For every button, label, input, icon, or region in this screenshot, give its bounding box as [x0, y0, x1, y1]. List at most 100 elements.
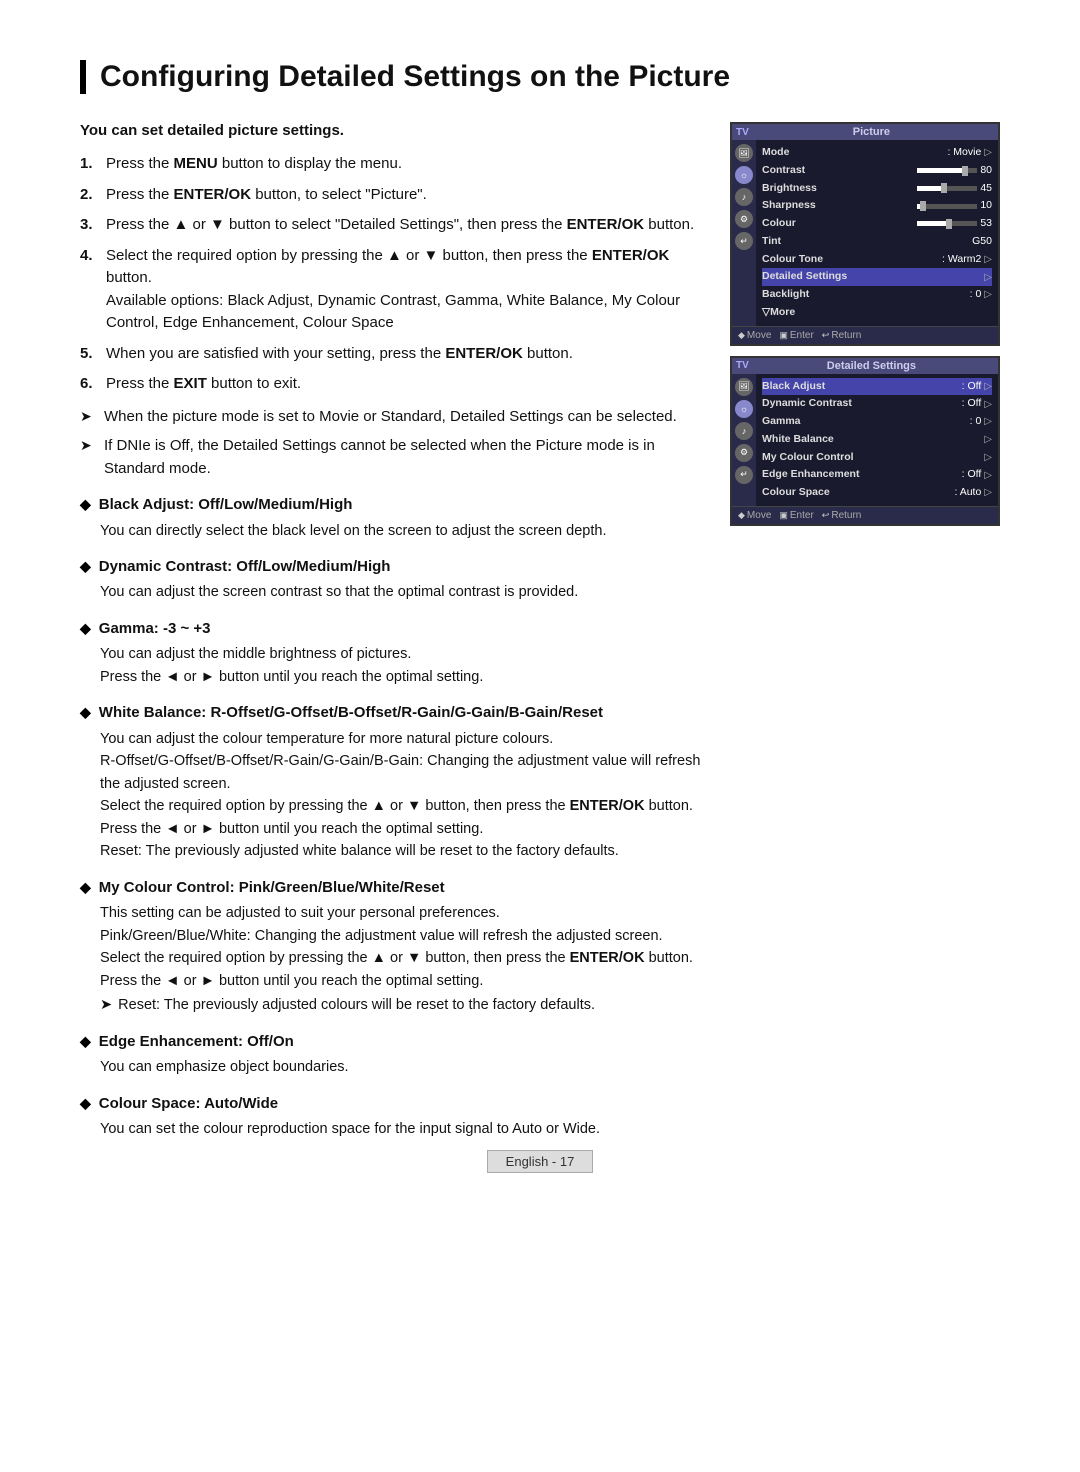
tv-row-colour-tone: Colour Tone : Warm2 ▷	[762, 251, 992, 269]
bullet-body-edge: You can emphasize object boundaries.	[100, 1056, 706, 1078]
enter-icon-2: ▣	[779, 510, 788, 521]
tv-title-2: Detailed Settings	[749, 360, 994, 372]
page-wrapper: Configuring Detailed Settings on the Pic…	[0, 0, 1080, 1203]
bold-enter-ok-4: ENTER/OK	[592, 247, 670, 264]
tv-screen-1: TV Picture 🖼 ☼ ♪ ⚙ ↵ Mode : Movie ▷	[730, 122, 1000, 346]
tv-rows-1: Mode : Movie ▷ Contrast 80 Brightness	[756, 140, 998, 326]
bullet-label-white-balance: White Balance: R-Offset/G-Offset/B-Offse…	[99, 702, 603, 725]
tv-icon-ds-4: ⚙	[735, 444, 753, 462]
tv-row-more: ▽More	[762, 304, 992, 322]
tv-row-black-adjust: Black Adjust : Off ▷	[762, 378, 992, 396]
bold-exit: EXIT	[174, 375, 207, 392]
bullet-edge-enhancement: ◆ Edge Enhancement: Off/On You can empha…	[80, 1031, 706, 1079]
step-num-3: 3.	[80, 214, 98, 237]
diamond-icon-4: ◆	[80, 702, 91, 725]
tv-footer2-enter-label: Enter	[790, 510, 814, 521]
tv-label-tv1: TV	[736, 127, 749, 138]
page-title: Configuring Detailed Settings on the Pic…	[100, 60, 1000, 94]
step-num-1: 1.	[80, 153, 98, 176]
tv-row-tint: Tint G50	[762, 233, 992, 251]
footer-badge: English - 17	[487, 1150, 594, 1173]
diamond-icon-5: ◆	[80, 877, 91, 900]
bold-menu: MENU	[174, 155, 218, 172]
left-column: You can set detailed picture settings. 1…	[80, 122, 706, 1143]
tv-icon-ds-2: ☼	[735, 400, 753, 418]
bullet-my-colour: ◆ My Colour Control: Pink/Green/Blue/Whi…	[80, 877, 706, 1017]
right-column: TV Picture 🖼 ☼ ♪ ⚙ ↵ Mode : Movie ▷	[730, 122, 1000, 526]
step-6: 6. Press the EXIT button to exit.	[80, 373, 706, 396]
step-2: 2. Press the ENTER/OK button, to select …	[80, 184, 706, 207]
arrow-note-2: ➤ If DNIe is Off, the Detailed Settings …	[80, 435, 706, 480]
arrow-text-1: When the picture mode is set to Movie or…	[104, 406, 677, 429]
bullet-header-dynamic-contrast: ◆ Dynamic Contrast: Off/Low/Medium/High	[80, 556, 706, 579]
tv-footer-1: ◆ Move ▣ Enter ↩ Return	[732, 326, 998, 344]
step-list: 1. Press the MENU button to display the …	[80, 153, 706, 396]
tv-row-detailed-settings: Detailed Settings ▷	[762, 268, 992, 286]
diamond-icon-7: ◆	[80, 1093, 91, 1116]
diamond-icon-3: ◆	[80, 618, 91, 641]
bullet-header-black-adjust: ◆ Black Adjust: Off/Low/Medium/High	[80, 494, 706, 517]
bullet-label-gamma: Gamma: -3 ~ +3	[99, 618, 211, 641]
arrow-text-my-colour: Reset: The previously adjusted colours w…	[118, 994, 595, 1016]
bullet-label-edge: Edge Enhancement: Off/On	[99, 1031, 294, 1054]
bullet-label-black-adjust: Black Adjust: Off/Low/Medium/High	[99, 494, 353, 517]
tv-body-1: 🖼 ☼ ♪ ⚙ ↵ Mode : Movie ▷ Contrast	[732, 140, 998, 326]
step-4: 4. Select the required option by pressin…	[80, 245, 706, 335]
arrow-sym-2: ➤	[80, 435, 98, 480]
bullet-white-balance: ◆ White Balance: R-Offset/G-Offset/B-Off…	[80, 702, 706, 862]
tv-titlebar-2: TV Detailed Settings	[732, 358, 998, 374]
title-bar: Configuring Detailed Settings on the Pic…	[80, 60, 1000, 94]
tv-body-2: 🖼 ☼ ♪ ⚙ ↵ Black Adjust : Off ▷ Dynamic C…	[732, 374, 998, 506]
bold-enter-ok-3: ENTER/OK	[567, 216, 645, 233]
tv-footer2-move-label: Move	[747, 510, 771, 521]
tv-row-dyn-contrast: Dynamic Contrast : Off ▷	[762, 395, 992, 413]
tv-footer-return-label: Return	[831, 330, 861, 341]
bullet-label-colour-space: Colour Space: Auto/Wide	[99, 1093, 278, 1116]
bullet-colour-space: ◆ Colour Space: Auto/Wide You can set th…	[80, 1093, 706, 1141]
bold-enterok-mc: ENTER/OK	[570, 950, 645, 966]
tv-footer2-move: ◆ Move	[738, 510, 771, 521]
step-content-4: Select the required option by pressing t…	[106, 245, 706, 335]
main-layout: You can set detailed picture settings. 1…	[80, 122, 1000, 1143]
bullet-black-adjust: ◆ Black Adjust: Off/Low/Medium/High You …	[80, 494, 706, 542]
tv-row-brightness: Brightness 45	[762, 180, 992, 198]
tv-row-colour-space: Colour Space : Auto ▷	[762, 484, 992, 502]
tv-footer2-return: ↩ Return	[822, 510, 862, 521]
bullet-body-gamma: You can adjust the middle brightness of …	[100, 643, 706, 688]
tv-icon-ds-5: ↵	[735, 466, 753, 484]
step-1: 1. Press the MENU button to display the …	[80, 153, 706, 176]
tv-icon-sound: ♪	[735, 188, 753, 206]
tv-icon-pic: 🖼	[735, 144, 753, 162]
bullet-label-dynamic-contrast: Dynamic Contrast: Off/Low/Medium/High	[99, 556, 391, 579]
step-num-5: 5.	[80, 343, 98, 366]
tv-icon-ds-1: 🖼	[735, 378, 753, 396]
tv-row-sharpness: Sharpness 10	[762, 197, 992, 215]
arrow-note-1: ➤ When the picture mode is set to Movie …	[80, 406, 706, 429]
bullet-gamma: ◆ Gamma: -3 ~ +3 You can adjust the midd…	[80, 618, 706, 688]
step-content-2: Press the ENTER/OK button, to select "Pi…	[106, 184, 706, 207]
tv-footer2-enter: ▣ Enter	[779, 510, 813, 521]
step-content-3: Press the ▲ or ▼ button to select "Detai…	[106, 214, 706, 237]
bullet-label-my-colour: My Colour Control: Pink/Green/Blue/White…	[99, 877, 445, 900]
tv-footer2-return-label: Return	[831, 510, 861, 521]
tv-footer-move-label: Move	[747, 330, 771, 341]
tv-icon-setup: ⚙	[735, 210, 753, 228]
diamond-icon-6: ◆	[80, 1031, 91, 1054]
tv-icon-col-1: 🖼 ☼ ♪ ⚙ ↵	[732, 140, 756, 326]
bold-enterok-wb: ENTER/OK	[570, 798, 645, 814]
tv-icon-col-2: 🖼 ☼ ♪ ⚙ ↵	[732, 374, 756, 506]
step-content-1: Press the MENU button to display the men…	[106, 153, 706, 176]
arrow-text-2: If DNIe is Off, the Detailed Settings ca…	[104, 435, 706, 480]
tv-label-tv2: TV	[736, 360, 749, 371]
return-icon: ↩	[822, 330, 830, 341]
bullet-body-my-colour: This setting can be adjusted to suit you…	[100, 902, 706, 1016]
tv-icon-active: ☼	[735, 166, 753, 184]
bullet-header-gamma: ◆ Gamma: -3 ~ +3	[80, 618, 706, 641]
intro-text: You can set detailed picture settings.	[80, 122, 706, 139]
bold-enter-ok-5: ENTER/OK	[445, 345, 523, 362]
tv-titlebar-1: TV Picture	[732, 124, 998, 140]
tv-footer-enter: ▣ Enter	[779, 330, 813, 341]
tv-row-contrast: Contrast 80	[762, 162, 992, 180]
step-content-6: Press the EXIT button to exit.	[106, 373, 706, 396]
bullet-dynamic-contrast: ◆ Dynamic Contrast: Off/Low/Medium/High …	[80, 556, 706, 604]
